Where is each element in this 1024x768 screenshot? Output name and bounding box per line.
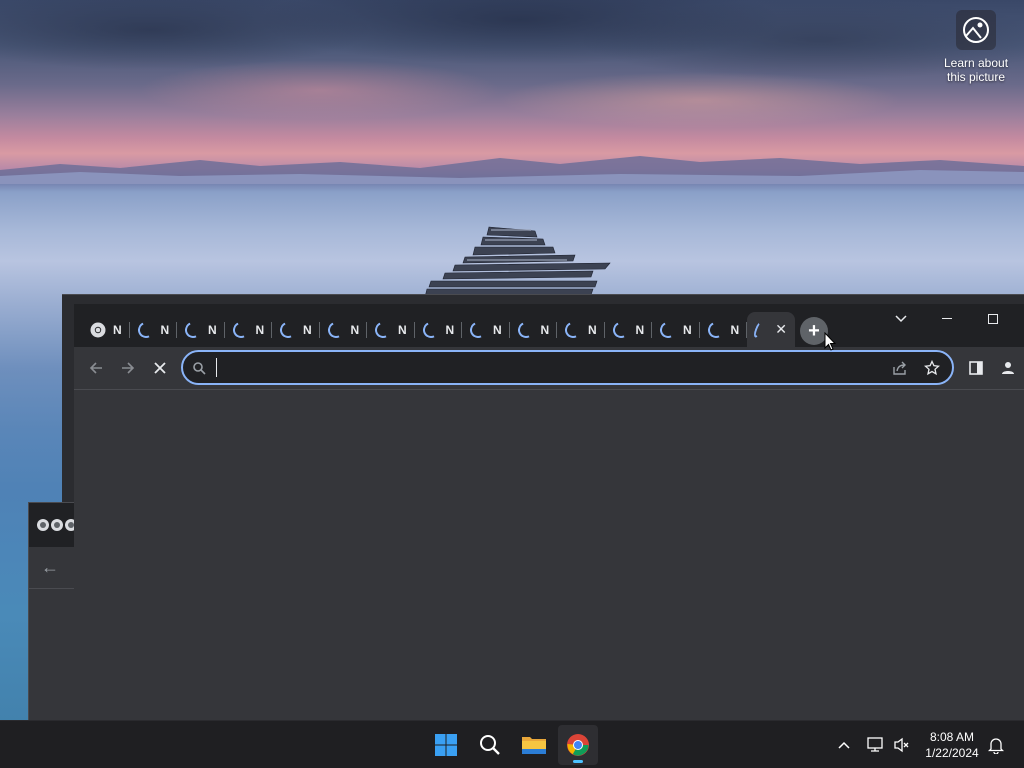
tab-title: N	[588, 322, 597, 337]
loading-spinner-icon	[230, 319, 251, 340]
loading-spinner-icon	[515, 319, 536, 340]
back-arrow-icon[interactable]: ←	[29, 547, 77, 589]
browser-tab[interactable]: N	[82, 312, 130, 347]
chevron-up-icon[interactable]	[832, 733, 856, 757]
learn-about-picture[interactable]: Learn about this picture	[938, 10, 1014, 84]
notification-bell-icon[interactable]	[984, 733, 1008, 757]
browser-tab[interactable]: N	[557, 312, 605, 347]
address-input[interactable]	[215, 352, 884, 383]
loading-spinner-icon	[467, 319, 489, 340]
page-content[interactable]	[74, 390, 1024, 720]
loading-spinner-icon	[420, 319, 441, 340]
tab-title: N	[493, 322, 502, 337]
loading-spinner-icon	[325, 319, 346, 340]
browser-tab[interactable]: N	[367, 312, 415, 347]
stop-loading-button[interactable]	[144, 352, 176, 384]
tab-close-icon[interactable]: ✕	[775, 321, 787, 338]
chrome-window: N N N N N N N N N N N N N N ✕ +	[74, 304, 1024, 720]
address-bar[interactable]	[181, 350, 954, 385]
start-icon[interactable]	[426, 725, 466, 765]
browser-tab[interactable]: N	[225, 312, 273, 347]
search-icon[interactable]	[470, 725, 510, 765]
bookmark-star-icon[interactable]	[916, 352, 948, 384]
chrome-favicon-icon	[51, 519, 63, 531]
tab-title: N	[208, 322, 217, 337]
background-browser-window-2[interactable]: ←	[28, 502, 78, 724]
browser-tab[interactable]: ✕	[747, 312, 795, 347]
tab-title: N	[350, 322, 360, 337]
share-icon[interactable]	[884, 352, 916, 384]
mountain-range	[0, 156, 1024, 184]
date: 1/22/2024	[925, 746, 979, 760]
tab-search-icon[interactable]	[878, 304, 924, 334]
browser-tab[interactable]: N	[510, 312, 558, 347]
tab-title: N	[635, 322, 645, 337]
file-explorer-icon[interactable]	[514, 725, 554, 765]
browser-tab[interactable]: N	[605, 312, 653, 347]
loading-spinner-icon	[610, 319, 631, 340]
tab-title: N	[398, 322, 407, 337]
mouse-cursor-icon	[824, 332, 836, 351]
tab-title: N	[303, 322, 312, 337]
tab-title: N	[683, 322, 692, 337]
tab-title: N	[540, 322, 550, 337]
chrome-icon[interactable]	[558, 725, 598, 765]
picture-info-icon	[956, 10, 996, 50]
tab-title: N	[730, 322, 740, 337]
back-button[interactable]	[80, 352, 112, 384]
loading-spinner-icon	[135, 319, 156, 340]
clock[interactable]: 8:08 AM 1/22/2024	[916, 729, 988, 761]
toolbar	[74, 347, 1024, 389]
browser-tab[interactable]: N	[320, 312, 368, 347]
profile-icon[interactable]	[992, 352, 1024, 384]
browser-tab[interactable]: N	[415, 312, 463, 347]
chrome-favicon-icon	[90, 322, 106, 337]
tab-title: N	[113, 322, 122, 337]
browser-tab[interactable]: N	[652, 312, 700, 347]
maximize-button[interactable]	[970, 304, 1016, 334]
browser-tab[interactable]: N	[700, 312, 748, 347]
rock-formation	[425, 226, 611, 297]
minimize-button[interactable]	[924, 304, 970, 334]
loading-spinner-icon	[182, 319, 204, 340]
tab-title: N	[160, 322, 170, 337]
loading-spinner-icon	[752, 320, 764, 339]
title-bar: N N N N N N N N N N N N N N ✕ +	[74, 304, 1024, 347]
loading-spinner-icon	[372, 319, 394, 340]
text-caret	[216, 358, 217, 377]
time: 8:08 AM	[929, 730, 975, 744]
tab-title: N	[255, 322, 265, 337]
learn-label: Learn about this picture	[943, 56, 1009, 84]
bw2-tabstrip	[29, 503, 77, 547]
search-icon	[183, 352, 215, 384]
browser-tab[interactable]: N	[272, 312, 320, 347]
loading-spinner-icon	[562, 319, 584, 340]
tab-strip: N N N N N N N N N N N N N N ✕	[82, 312, 795, 347]
side-panel-icon[interactable]	[960, 352, 992, 384]
browser-tab[interactable]: N	[462, 312, 510, 347]
loading-spinner-icon	[277, 319, 299, 340]
loading-spinner-icon	[657, 319, 679, 340]
taskbar: 8:08 AM 1/22/2024	[0, 720, 1024, 768]
tab-title: N	[445, 322, 455, 337]
network-icon[interactable]	[864, 733, 888, 757]
forward-button[interactable]	[112, 352, 144, 384]
chrome-favicon-icon	[37, 519, 49, 531]
volume-muted-icon[interactable]	[890, 733, 914, 757]
active-indicator	[573, 760, 583, 763]
browser-tab[interactable]: N	[177, 312, 225, 347]
browser-tab[interactable]: N	[130, 312, 178, 347]
loading-spinner-icon	[705, 319, 726, 340]
